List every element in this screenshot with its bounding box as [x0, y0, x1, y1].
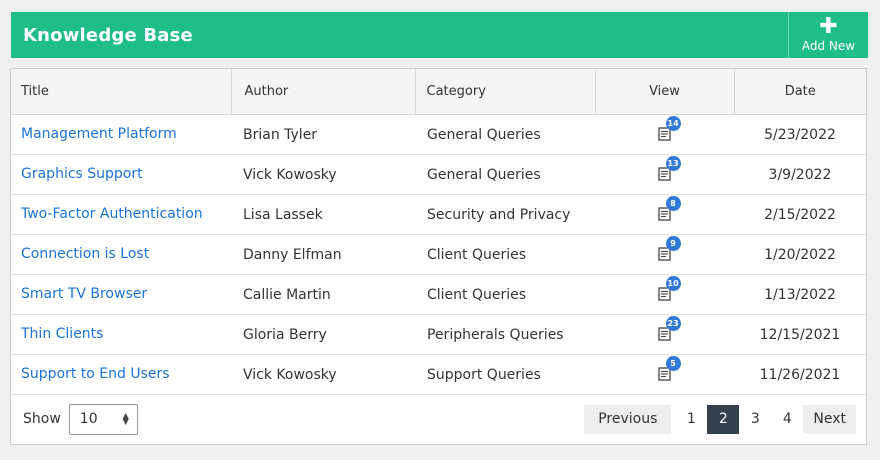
view-button[interactable]: 10: [657, 276, 681, 301]
article-title-link[interactable]: Management Platform: [21, 126, 177, 142]
column-header-view[interactable]: View: [595, 69, 735, 115]
article-title-link[interactable]: Graphics Support: [21, 166, 143, 182]
date-cell: 1/13/2022: [764, 287, 836, 303]
page-button-1[interactable]: 1: [675, 405, 707, 434]
article-title-link[interactable]: Two-Factor Authentication: [21, 206, 203, 222]
article-title-cell: Support to End Users: [11, 354, 231, 394]
page-size-value: 10: [79, 411, 98, 427]
table-footer: Show 10 ▲ ▼ Previous 1 2 3 4 Next: [11, 394, 866, 444]
view-count-badge: 8: [665, 196, 681, 211]
article-title-cell: Thin Clients: [11, 314, 231, 354]
category-cell: General Queries: [427, 127, 541, 143]
author-cell: Callie Martin: [243, 287, 331, 303]
add-new-label: Add New: [801, 38, 856, 53]
view-button[interactable]: 9: [657, 236, 681, 261]
table-row: Management Platform Brian Tyler General …: [11, 114, 866, 154]
page-button-2[interactable]: 2: [707, 404, 740, 434]
author-cell: Gloria Berry: [243, 327, 327, 343]
page-size-control: Show 10 ▲ ▼: [23, 403, 138, 435]
table-row: Two-Factor Authentication Lisa Lassek Se…: [11, 194, 866, 234]
category-cell: Peripherals Queries: [427, 327, 564, 343]
article-title-cell: Connection is Lost: [11, 234, 231, 274]
page-title: Knowledge Base: [23, 24, 193, 46]
column-header-category[interactable]: Category: [415, 69, 596, 115]
view-cell: 9: [595, 234, 734, 274]
page-size-select[interactable]: 10 ▲ ▼: [68, 403, 138, 435]
table-row: Thin Clients Gloria Berry Peripherals Qu…: [11, 314, 866, 354]
articles-table: Title Author Category View Date Manageme…: [11, 69, 866, 395]
author-cell: Vick Kowosky: [243, 367, 337, 383]
category-cell: Security and Privacy: [427, 207, 571, 223]
next-page-button[interactable]: Next: [803, 404, 856, 434]
article-title-link[interactable]: Support to End Users: [21, 366, 170, 382]
article-title-link[interactable]: Thin Clients: [21, 326, 103, 342]
article-title-cell: Two-Factor Authentication: [11, 194, 231, 234]
view-cell: 23: [595, 314, 734, 354]
view-cell: 10: [595, 274, 734, 314]
knowledge-base-card: Title Author Category View Date Manageme…: [10, 68, 867, 445]
view-button[interactable]: 5: [657, 356, 681, 381]
view-cell: 8: [595, 194, 734, 234]
category-cell: General Queries: [427, 167, 541, 183]
table-row: Support to End Users Vick Kowosky Suppor…: [11, 354, 866, 394]
author-cell: Lisa Lassek: [243, 207, 323, 223]
page-header: Knowledge Base ✚ Add New: [11, 12, 868, 58]
date-cell: 12/15/2021: [759, 327, 841, 343]
date-cell: 3/9/2022: [768, 167, 832, 183]
view-count-badge: 5: [665, 356, 681, 371]
page-button-4[interactable]: 4: [771, 405, 803, 434]
table-row: Graphics Support Vick Kowosky General Qu…: [11, 154, 866, 194]
date-cell: 5/23/2022: [764, 127, 836, 143]
article-title-cell: Graphics Support: [11, 154, 231, 194]
plus-icon: ✚: [819, 13, 838, 39]
select-arrows-icon: ▲ ▼: [122, 411, 129, 426]
author-cell: Vick Kowosky: [243, 167, 337, 183]
view-cell: 14: [595, 114, 734, 154]
table-body: Management Platform Brian Tyler General …: [11, 114, 866, 394]
article-title-link[interactable]: Smart TV Browser: [21, 286, 147, 302]
view-button[interactable]: 8: [657, 196, 681, 221]
view-cell: 5: [595, 354, 734, 394]
table-header-row: Title Author Category View Date: [11, 69, 866, 115]
column-header-title[interactable]: Title: [11, 69, 232, 115]
date-cell: 2/15/2022: [764, 207, 836, 223]
table-row: Connection is Lost Danny Elfman Client Q…: [11, 234, 866, 274]
show-label: Show: [23, 411, 61, 427]
category-cell: Client Queries: [427, 287, 527, 303]
category-cell: Client Queries: [427, 247, 527, 263]
view-button[interactable]: 13: [657, 156, 681, 181]
date-cell: 11/26/2021: [759, 367, 841, 383]
view-count-badge: 23: [665, 316, 681, 331]
view-button[interactable]: 23: [657, 316, 681, 341]
view-count-badge: 14: [665, 116, 681, 131]
page-button-3[interactable]: 3: [739, 405, 771, 434]
view-cell: 13: [595, 154, 734, 194]
author-cell: Danny Elfman: [243, 247, 342, 263]
column-header-date[interactable]: Date: [734, 69, 866, 115]
view-count-badge: 9: [665, 236, 681, 251]
column-header-author[interactable]: Author: [231, 69, 416, 115]
view-count-badge: 10: [665, 276, 681, 291]
category-cell: Support Queries: [427, 367, 541, 383]
add-new-button[interactable]: ✚ Add New: [788, 12, 868, 58]
pagination: Previous 1 2 3 4 Next: [584, 404, 856, 434]
previous-page-button[interactable]: Previous: [584, 404, 672, 434]
table-row: Smart TV Browser Callie Martin Client Qu…: [11, 274, 866, 314]
view-count-badge: 13: [665, 156, 681, 171]
date-cell: 1/20/2022: [764, 247, 836, 263]
view-button[interactable]: 14: [657, 116, 681, 141]
article-title-link[interactable]: Connection is Lost: [21, 246, 149, 262]
article-title-cell: Smart TV Browser: [11, 274, 231, 314]
article-title-cell: Management Platform: [11, 114, 231, 154]
author-cell: Brian Tyler: [243, 127, 318, 143]
